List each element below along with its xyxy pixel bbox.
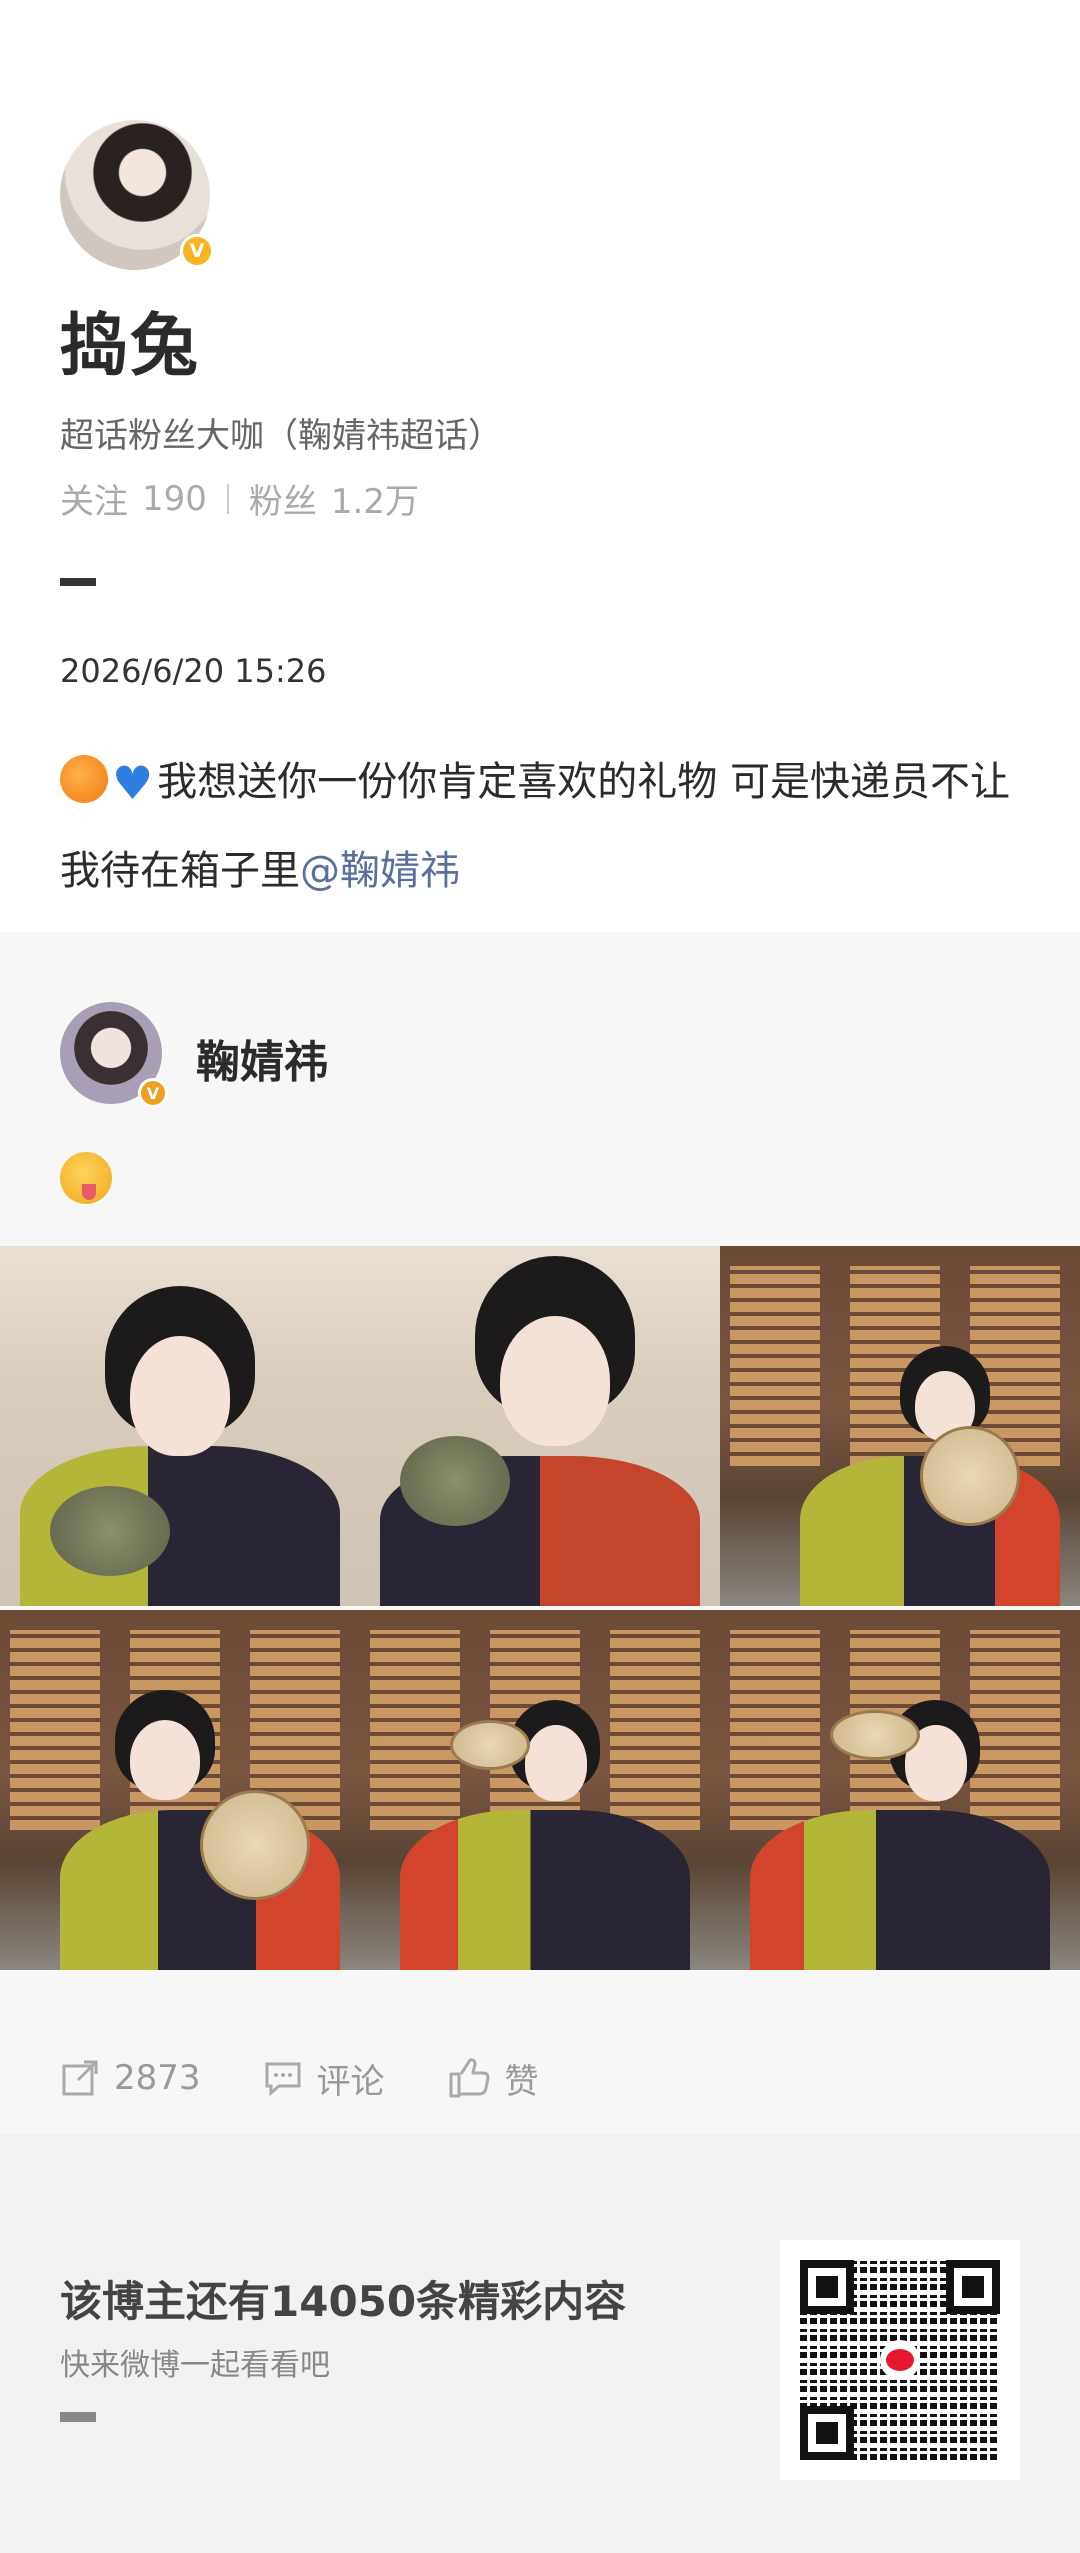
share-count: 2873	[114, 2058, 201, 2098]
thumbs-up-icon	[449, 2058, 490, 2098]
photo-thumbnail[interactable]	[720, 1610, 1080, 1970]
photo-thumbnail[interactable]	[720, 1246, 1080, 1606]
photo-thumbnail[interactable]	[360, 1610, 720, 1970]
comment-button[interactable]: 评论	[263, 2054, 385, 2103]
orange-emoji-icon	[60, 755, 108, 803]
post-header: V 捣兔 超话粉丝大咖（鞠婧祎超话） 关注 190 粉丝 1.2万 2026/6…	[0, 0, 1080, 932]
share-icon	[62, 2060, 98, 2096]
verified-badge-icon: V	[180, 234, 214, 268]
author-name[interactable]: 捣兔	[60, 290, 200, 389]
footer-title: 该博主还有14050条精彩内容	[60, 2277, 627, 2326]
author-subtitle[interactable]: 超话粉丝大咖（鞠婧祎超话）	[60, 408, 502, 457]
post-body: 我想送你一份你肯定喜欢的礼物 可是快递员不让我待在箱子里	[60, 759, 1010, 894]
action-bar: 2873 评论 赞	[0, 2030, 1080, 2126]
comment-icon	[265, 2062, 301, 2097]
weibo-logo-icon	[880, 2340, 920, 2380]
mention-link[interactable]: @鞠婧祎	[300, 848, 460, 894]
verified-badge-icon: V	[138, 1078, 168, 1108]
avatar[interactable]: V	[60, 120, 214, 270]
repost-author-name[interactable]: 鞠婧祎	[196, 1026, 328, 1090]
qr-code-icon[interactable]	[780, 2240, 1020, 2480]
reposted-post[interactable]: V 鞠婧祎 2873 评论 赞	[0, 932, 1080, 2134]
share-button[interactable]: 2873	[60, 2058, 201, 2098]
like-label: 赞	[504, 2061, 539, 2102]
following-label[interactable]: 关注	[60, 474, 128, 523]
following-count[interactable]: 190	[142, 479, 207, 519]
photo-thumbnail[interactable]	[0, 1246, 360, 1606]
photo-grid	[0, 1246, 1080, 1970]
section-divider	[60, 578, 96, 586]
followers-label[interactable]: 粉丝	[249, 474, 317, 523]
author-stats: 关注 190 粉丝 1.2万	[60, 474, 419, 523]
repost-avatar[interactable]: V	[60, 1002, 168, 1108]
photo-thumbnail[interactable]	[0, 1610, 360, 1970]
footer-promo: 该博主还有14050条精彩内容 快来微博一起看看吧	[0, 2134, 1080, 2553]
yum-emoji-icon	[60, 1152, 112, 1204]
post-text: ♥ 我想送你一份你肯定喜欢的礼物 可是快递员不让我待在箱子里@鞠婧祎	[60, 738, 1020, 915]
post-timestamp: 2026/6/20 15:26	[60, 652, 327, 690]
stats-divider	[226, 483, 229, 514]
footer-divider	[60, 2412, 96, 2422]
photo-thumbnail[interactable]	[360, 1246, 720, 1606]
like-button[interactable]: 赞	[447, 2054, 539, 2103]
comment-label: 评论	[316, 2061, 385, 2102]
footer-subtitle: 快来微博一起看看吧	[60, 2348, 330, 2383]
followers-count[interactable]: 1.2万	[331, 474, 419, 523]
blue-heart-emoji-icon: ♥	[112, 756, 154, 810]
